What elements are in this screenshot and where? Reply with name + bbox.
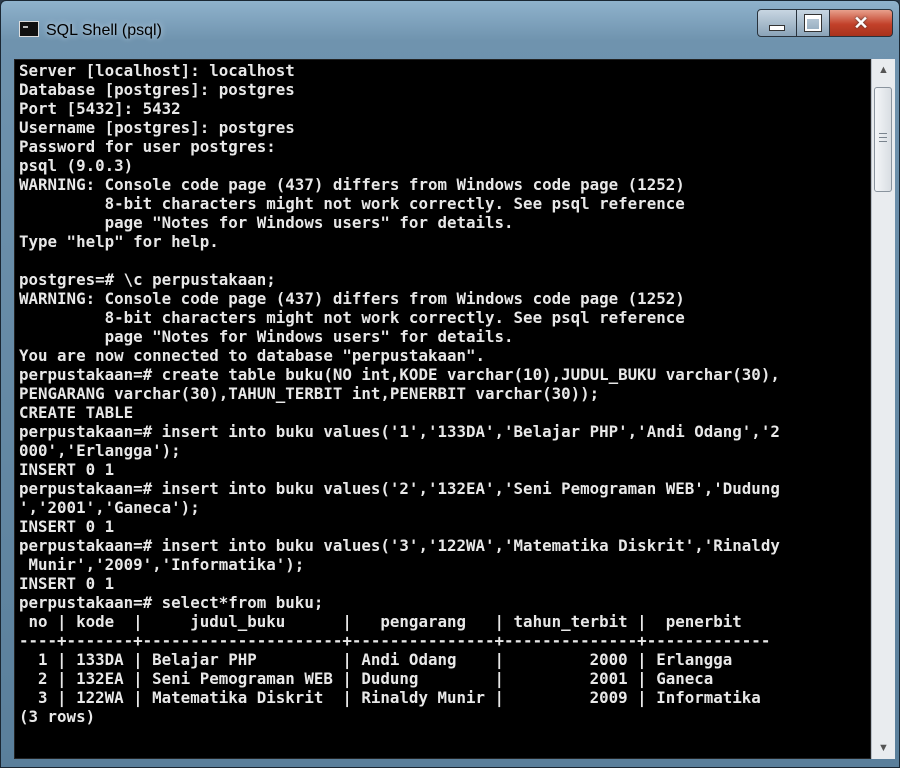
console-line: CREATE TABLE [19, 403, 134, 422]
vertical-scrollbar[interactable]: ▲ ▼ [871, 59, 895, 759]
console-line: perpustakaan=# insert into buku values('… [19, 536, 780, 555]
console-line: perpustakaan=# create table buku(NO int,… [19, 365, 780, 384]
console-line: Type "help" for help. [19, 232, 219, 251]
console-line: Username [postgres]: postgres [19, 118, 295, 137]
console-line: Munir','2009','Informatika'); [19, 555, 305, 574]
console-line: You are now connected to database "perpu… [19, 346, 486, 365]
minimize-icon [769, 25, 785, 31]
console-line: no | kode | judul_buku | pengarang | tah… [19, 612, 742, 631]
console-line: INSERT 0 1 [19, 574, 115, 593]
console-line: perpustakaan=# insert into buku values('… [19, 422, 780, 441]
console-line: WARNING: Console code page (437) differs… [19, 175, 685, 194]
console-output[interactable]: Server [localhost]: localhost Database [p… [14, 59, 871, 759]
grip-line [879, 137, 887, 138]
console-app-icon [19, 21, 39, 37]
grip-line [879, 133, 887, 134]
console-line: Database [postgres]: postgres [19, 80, 295, 99]
console-line: WARNING: Console code page (437) differs… [19, 289, 685, 308]
console-line: INSERT 0 1 [19, 460, 115, 479]
console-line: page "Notes for Windows users" for detai… [19, 213, 514, 232]
close-icon: ✕ [853, 12, 869, 33]
console-line: postgres=# \c perpustakaan; [19, 270, 276, 289]
grip-line [879, 141, 887, 142]
console-line: 8-bit characters might not work correctl… [19, 194, 685, 213]
close-button[interactable]: ✕ [829, 9, 893, 37]
console-line: INSERT 0 1 [19, 517, 115, 536]
console-line: 2 | 132EA | Seni Pemograman WEB | Dudung… [19, 669, 714, 688]
console-line: Password for user postgres: [19, 137, 276, 156]
scroll-down-arrow-icon[interactable]: ▼ [872, 737, 895, 759]
maximize-button[interactable] [796, 9, 830, 37]
console-line: 1 | 133DA | Belajar PHP | Andi Odang | 2… [19, 650, 733, 669]
maximize-icon [804, 14, 822, 32]
window-title: SQL Shell (psql) [46, 22, 162, 39]
console-line: perpustakaan=# select*from buku; [19, 593, 324, 612]
scroll-up-arrow-icon[interactable]: ▲ [872, 59, 895, 81]
psql-window: SQL Shell (psql) ✕ Server [localhost]: l… [0, 0, 900, 768]
console-line: (3 rows) [19, 707, 96, 726]
console-line: 3 | 122WA | Matematika Diskrit | Rinaldy… [19, 688, 761, 707]
title-bar[interactable]: SQL Shell (psql) ✕ [1, 1, 899, 59]
console-line: page "Notes for Windows users" for detai… [19, 327, 514, 346]
scroll-thumb[interactable] [874, 87, 892, 192]
console-line: psql (9.0.3) [19, 156, 134, 175]
console-line: ----+-------+---------------------+-----… [19, 631, 771, 650]
console-line: 000','Erlangga'); [19, 441, 181, 460]
console-line: Server [localhost]: localhost [19, 61, 295, 80]
console-line: perpustakaan=# insert into buku values('… [19, 479, 780, 498]
console-line: PENGARANG varchar(30),TAHUN_TERBIT int,P… [19, 384, 600, 403]
console-line: Port [5432]: 5432 [19, 99, 181, 118]
console-line: 8-bit characters might not work correctl… [19, 308, 685, 327]
console-line: ','2001','Ganeca'); [19, 498, 200, 517]
minimize-button[interactable] [757, 9, 797, 37]
